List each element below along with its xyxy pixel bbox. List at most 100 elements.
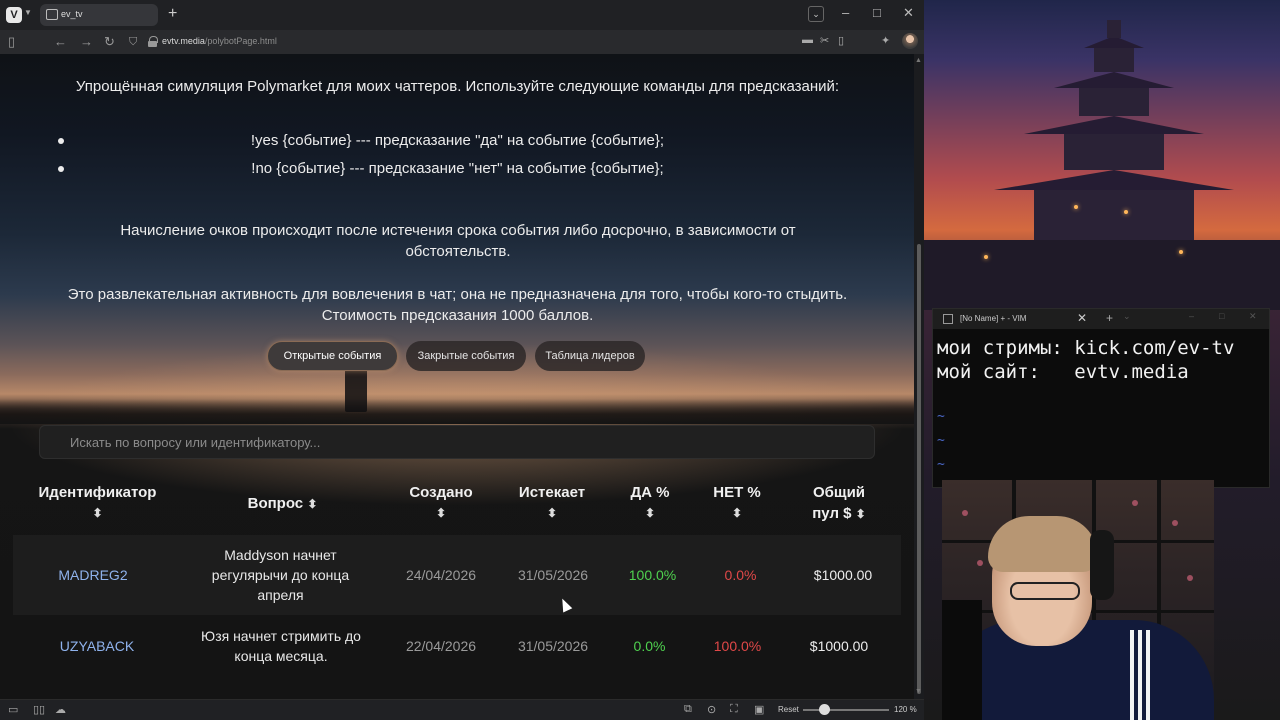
webcam-feed (942, 480, 1214, 720)
vim-window: [No Name] + - VIM ✕ + ⌄ – □ ✕ мои стримы… (932, 308, 1270, 488)
sidebar-toggle-icon[interactable]: ▯ (8, 33, 15, 51)
table-row[interactable]: UZYABACK Юзя начнет стримить до конца ме… (13, 616, 901, 676)
chevron-down-icon[interactable]: ▼ (24, 8, 32, 17)
tab-closed-events[interactable]: Закрытые события (406, 341, 526, 371)
column-header-label: НЕТ % (713, 484, 761, 501)
tab-bar: V ▼ ev_tv + ⌄ – □ ✕ (0, 0, 924, 30)
capture-icon[interactable]: ✂ (820, 34, 829, 47)
column-header-label: Идентификатор (38, 484, 157, 501)
close-window-button[interactable]: ✕ (903, 5, 914, 21)
column-header-created[interactable]: Создано ⬍ (385, 482, 497, 524)
command-item: !yes {событие} --- предсказание "да" на … (20, 131, 895, 159)
column-header-pool[interactable]: Общий пул $ ⬍ (795, 482, 883, 525)
terminal-icon (943, 314, 953, 324)
horizon-backdrop (0, 399, 914, 424)
scrollbar-thumb[interactable] (917, 244, 921, 694)
address-bar[interactable]: evtv.media/polybotPage.html (162, 36, 277, 46)
pagoda-roof (1024, 116, 1204, 134)
column-header-yes[interactable]: ДА % ⬍ (610, 482, 690, 524)
status-bar: ▭ ▯▯ ☁ ⧉ ⊙ ⛶ ▣ Reset 120 % (0, 699, 924, 720)
event-created: 22/04/2026 (405, 638, 477, 654)
minimize-button[interactable]: – (842, 5, 849, 20)
lantern-icon (1179, 250, 1183, 254)
command-text: !yes {событие} --- предсказание "да" на … (250, 132, 665, 149)
column-header-expires[interactable]: Истекает ⬍ (497, 482, 607, 524)
sort-icon[interactable]: ⬍ (307, 497, 317, 511)
tab-title: ev_tv (61, 9, 83, 19)
blossom (1172, 520, 1178, 526)
cloud-icon[interactable]: ☁ (55, 703, 66, 716)
images-icon[interactable]: ▣ (754, 703, 764, 716)
back-icon[interactable]: ← (54, 33, 67, 51)
reader-icon[interactable]: ▬ (802, 34, 813, 46)
column-header-no[interactable]: НЕТ % ⬍ (697, 482, 777, 524)
tab-list-icon[interactable]: ⌄ (808, 6, 824, 22)
headset (1090, 530, 1114, 600)
browser-menu-icon[interactable]: V (6, 7, 22, 23)
fullscreen-icon[interactable]: ⛶ (730, 703, 738, 716)
sort-icon[interactable]: ⬍ (385, 503, 497, 524)
tab-ev-tv[interactable]: ev_tv (40, 4, 158, 26)
shield-icon[interactable]: ⛉ (129, 33, 137, 51)
event-yes-percent: 0.0% (633, 638, 666, 654)
capture-page-icon[interactable]: ⊙ (707, 703, 716, 716)
scrollbar[interactable]: ▲ ▼ (914, 54, 924, 699)
event-pool: $1000.00 (813, 567, 873, 583)
blossom (1187, 575, 1193, 581)
zoom-slider[interactable] (803, 709, 889, 711)
panel-icon[interactable]: ▭ (8, 703, 18, 716)
chevron-down-icon[interactable]: ⌄ (1123, 311, 1131, 322)
event-id-link[interactable]: UZYABACK (18, 636, 176, 656)
scroll-up-icon[interactable]: ▲ (915, 57, 922, 64)
zoom-slider-handle[interactable] (819, 704, 830, 715)
sort-icon[interactable]: ⬍ (20, 503, 175, 524)
close-window-icon[interactable]: ✕ (1249, 311, 1257, 322)
disclaimer-text: Это развлекательная активность для вовле… (67, 286, 848, 324)
event-expires: 31/05/2026 (517, 638, 589, 654)
zoom-level: 120 % (894, 705, 917, 714)
pagoda-spire (1107, 20, 1121, 38)
forward-icon[interactable]: → (80, 33, 93, 51)
sort-icon[interactable]: ⬍ (497, 503, 607, 524)
maximize-icon[interactable]: □ (1219, 311, 1224, 321)
sort-icon[interactable]: ⬍ (856, 507, 866, 521)
vim-text-line: мой сайт: evtv.media (937, 361, 1189, 383)
new-tab-icon[interactable]: + (1106, 311, 1113, 325)
lock-icon (148, 36, 158, 47)
table-row[interactable]: MADREG2 Maddyson начнет регулярычи до ко… (13, 535, 901, 615)
lantern-icon (1124, 210, 1128, 214)
command-item: !no {событие} --- предсказание "нет" на … (20, 159, 895, 187)
jacket-stripe (1138, 630, 1142, 720)
tiling-icon[interactable]: ▯▯ (33, 703, 45, 716)
column-header-label: Общий (812, 484, 866, 501)
reload-icon[interactable]: ↻ (104, 33, 115, 51)
column-header-id[interactable]: Идентификатор ⬍ (20, 482, 175, 524)
event-id-link[interactable]: MADREG2 (13, 565, 173, 585)
search-input[interactable] (39, 425, 875, 459)
tab-open-events[interactable]: Открытые события (267, 341, 398, 371)
profile-avatar[interactable] (902, 33, 918, 49)
maximize-button[interactable]: □ (873, 5, 881, 20)
tab-favicon-icon (46, 9, 58, 20)
blossom (962, 510, 968, 516)
vim-tilde: ~ (937, 409, 945, 424)
vim-tilde: ~ (937, 433, 945, 448)
navigation-bar: ▯ ← → ↻ ⛉ evtv.media/polybotPage.html ▬ … (0, 30, 924, 54)
scroll-down-icon[interactable]: ▼ (915, 688, 922, 695)
new-tab-button[interactable]: + (168, 4, 177, 24)
sort-icon[interactable]: ⬍ (610, 503, 690, 524)
column-header-question[interactable]: Вопрос ⬍ (215, 493, 350, 515)
extensions-icon[interactable]: ✦ (881, 34, 890, 47)
close-icon[interactable]: ✕ (1077, 311, 1087, 325)
tab-leaderboard[interactable]: Таблица лидеров (535, 341, 645, 371)
vim-text-line: мои стримы: kick.com/ev-tv (937, 337, 1235, 359)
jacket-stripe (1146, 630, 1150, 720)
minimize-icon[interactable]: – (1189, 311, 1194, 321)
microphone (942, 600, 982, 720)
event-created: 24/04/2026 (405, 567, 477, 583)
jacket-stripe (1130, 630, 1134, 720)
sort-icon[interactable]: ⬍ (697, 503, 777, 524)
zoom-reset-button[interactable]: Reset (778, 705, 799, 714)
page-actions-icon[interactable]: ⧉ (684, 703, 692, 716)
bookmark-icon[interactable]: ▯ (838, 34, 844, 47)
